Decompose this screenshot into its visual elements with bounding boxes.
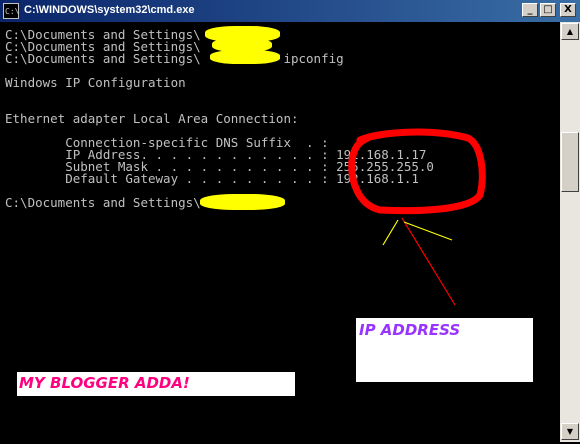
annotation-arrow-yellow-left	[382, 219, 399, 246]
annotation-arrow-yellow-right	[403, 221, 453, 241]
cmd-window: C:\WINDOWS\system32\cmd.exe _ □ X C:\Doc…	[0, 0, 580, 444]
ip-highlight-circle	[348, 128, 486, 215]
ip-address-callout: IP ADDRESS	[356, 318, 533, 382]
blog-callout: MY BLOGGER ADDA!	[17, 372, 295, 396]
blog-label: MY BLOGGER ADDA!	[19, 374, 190, 392]
ip-address-label: IP ADDRESS	[359, 321, 461, 339]
